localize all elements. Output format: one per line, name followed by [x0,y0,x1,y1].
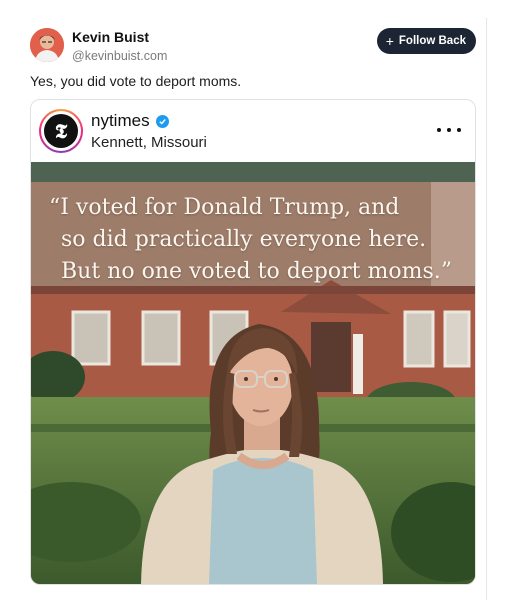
avatar-image [30,28,64,62]
avatar[interactable] [30,28,64,62]
embedded-instagram-post[interactable]: 𝕿 nytimes Kennett, Missouri “I voted for… [30,99,476,585]
author-name[interactable]: Kevin Buist [72,29,167,46]
embed-account[interactable]: nytimes [91,111,169,131]
embed-header: 𝕿 nytimes Kennett, Missouri [31,100,475,162]
quote-line: But no one voted to deport moms.” [61,259,452,284]
verified-check-icon [155,114,169,128]
post-photo[interactable]: “I voted for Donald Trump, and so did pr… [31,162,475,584]
embed-account-name: nytimes [91,111,150,130]
follow-back-button[interactable]: + Follow Back [376,28,476,54]
follow-back-label: Follow Back [398,35,466,47]
social-post-screenshot: Kevin Buist @kevinbuist.com + Follow Bac… [0,0,524,600]
photo-quote: “I voted for Donald Trump, and so did pr… [49,192,469,288]
author-block: Kevin Buist @kevinbuist.com [72,29,167,64]
post-text: Yes, you did vote to deport moms. [30,73,242,89]
quote-line: “I voted for Donald Trump, and [49,195,400,220]
story-ring[interactable]: 𝕿 [39,109,83,153]
more-dots-icon[interactable] [437,122,461,138]
quote-line: so did practically everyone here. [61,227,427,252]
embed-location[interactable]: Kennett, Missouri [91,134,207,152]
divider [486,18,487,600]
post-header: Kevin Buist @kevinbuist.com + Follow Bac… [30,26,476,66]
plus-icon: + [385,33,394,49]
author-handle[interactable]: @kevinbuist.com [72,48,167,64]
nytimes-logo-icon: 𝕿 [44,114,78,148]
